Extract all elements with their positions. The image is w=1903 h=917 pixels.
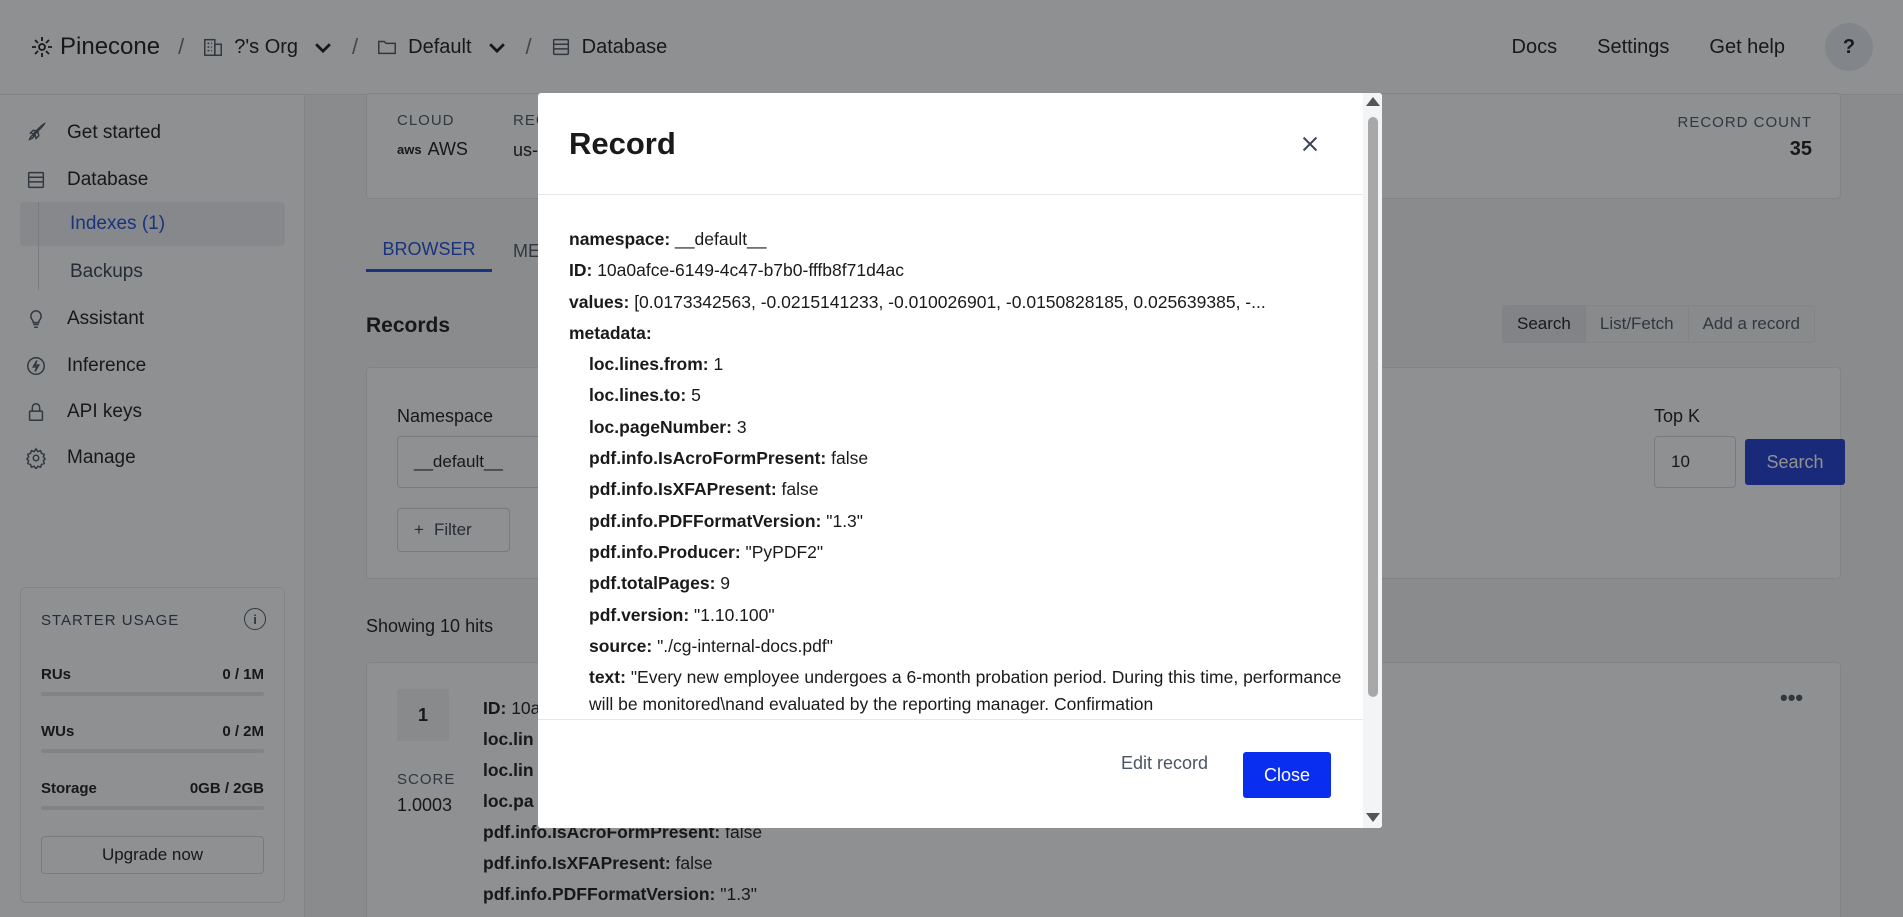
metadata-field: pdf.version: "1.10.100" — [589, 604, 775, 625]
modal-divider — [538, 194, 1363, 195]
close-icon[interactable] — [1293, 127, 1327, 161]
record-field-id: ID: 10a0afce-6149-4c47-b7b0-fffb8f71d4ac — [569, 260, 905, 281]
edit-record-button[interactable]: Edit record — [1121, 753, 1208, 774]
record-field-namespace: namespace: __default__ — [569, 229, 767, 249]
modal-title: Record — [569, 126, 676, 161]
scrollbar-thumb[interactable] — [1368, 117, 1378, 697]
modal-divider — [538, 719, 1363, 720]
metadata-field: pdf.info.IsXFAPresent: false — [589, 479, 819, 500]
record-details: namespace: __default__ ID: 10a0afce-6149… — [569, 224, 1349, 714]
record-field-metadata: metadata: — [569, 322, 652, 343]
metadata-field: loc.lines.to: 5 — [589, 385, 701, 406]
metadata-field: loc.pageNumber: 3 — [589, 416, 747, 437]
record-modal: Record namespace: __default__ ID: 10a0af… — [538, 93, 1382, 828]
metadata-field: pdf.totalPages: 9 — [589, 573, 731, 594]
scroll-up-arrow-icon[interactable] — [1366, 97, 1380, 106]
record-field-values: values: [0.0173342563, -0.0215141233, -0… — [569, 291, 1266, 312]
metadata-field: source: "./cg-internal-docs.pdf" — [589, 635, 833, 656]
metadata-field: loc.lines.from: 1 — [589, 354, 724, 375]
metadata-field: pdf.info.Producer: "PyPDF2" — [589, 541, 824, 562]
close-button[interactable]: Close — [1243, 752, 1331, 798]
metadata-field-text: text: "Every new employee undergoes a 6-… — [589, 667, 1342, 714]
metadata-field: pdf.info.PDFFormatVersion: "1.3" — [589, 510, 864, 531]
metadata-field: pdf.info.IsAcroFormPresent: false — [589, 448, 869, 469]
scroll-down-arrow-icon[interactable] — [1366, 813, 1380, 822]
